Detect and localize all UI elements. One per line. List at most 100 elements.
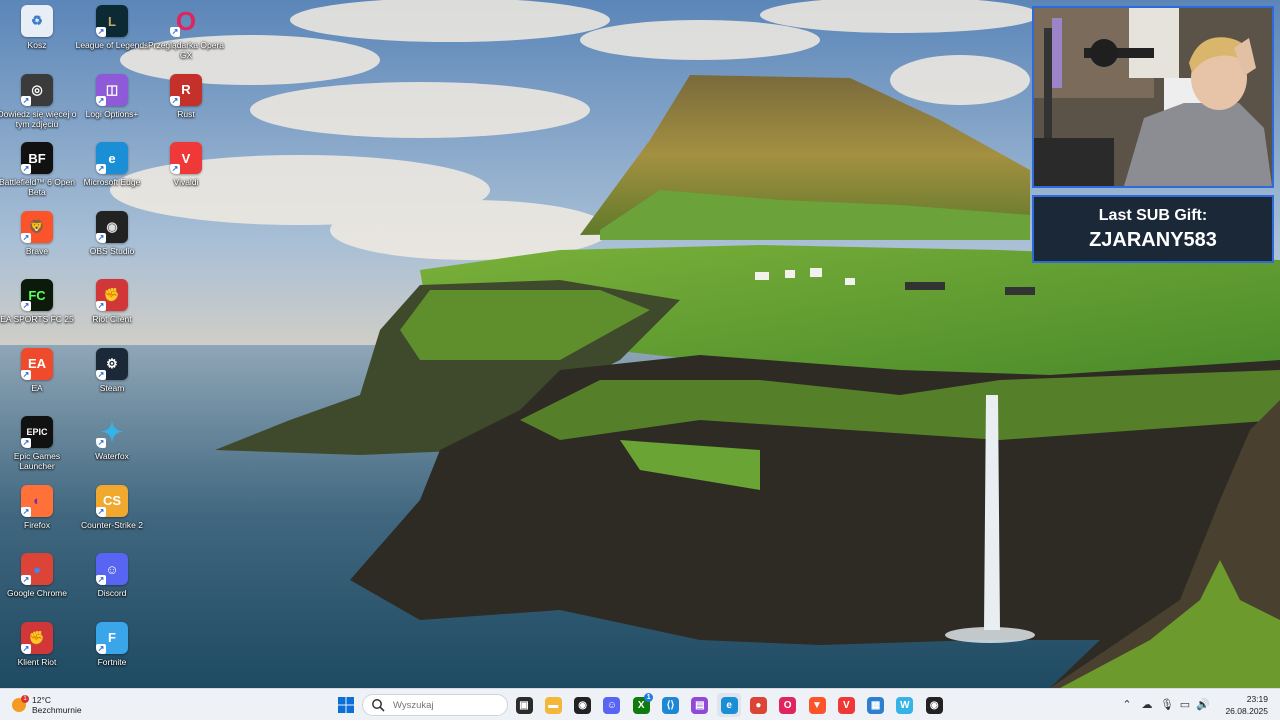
desktop-icon-label: Dowiedz się więcej o tym zdjęciu [0,108,77,129]
steam-icon: ⚙ ↗ [96,347,128,380]
weather-temperature: 12°C [32,695,51,705]
microphone-icon[interactable]: 🎙 [1160,698,1174,712]
desktop-icon-label: Brave [25,245,49,256]
sun-icon: 1 [12,695,29,712]
desktop-icon-obs[interactable]: ◉ ↗ OBS Studio [75,210,149,277]
desktop-icon-label: Przeglądarka Opera GX [147,40,225,60]
desktop-icon-edge[interactable]: e ↗ Microsoft Edge [75,142,149,208]
purple-app-icon: ▤ [691,696,709,714]
volume-icon[interactable]: 🔊 [1196,698,1210,712]
obs-record-button[interactable]: ◉ [922,693,946,717]
clock-date: 26.08.2025 [1225,706,1268,716]
desktop-icon-label: Battlefield™ 6 Open Beta [0,177,76,197]
desktop-icon-opera[interactable]: O ↗ Przeglądarka Opera GX [147,5,225,71]
desktop-icon-fc25[interactable]: FC ↗ EA SPORTS FC 25 [0,279,74,345]
desktop-icon-league[interactable]: L ↗ League of Legends [75,5,149,71]
webcam-overlay [1032,6,1274,188]
chrome-button[interactable]: ● [746,693,770,717]
chrome-icon: ● [749,696,767,714]
shortcut-arrow-icon: ↗ [21,575,31,585]
waterfox-icon: ✦ ↗ [96,416,123,448]
desktop-icon-firefox[interactable]: ◐ ↗ Firefox [0,484,74,551]
rust-icon: R ↗ [170,73,202,106]
desktop-icon-logi[interactable]: ◫ ↗ Logi Options+ [75,73,149,140]
cloud-icon[interactable]: ☁ [1140,698,1154,712]
desktop-icon-label: Discord [97,588,127,598]
desktop-icon-rust[interactable]: R ↗ Rust [149,73,223,140]
brave-icon: ▼ [808,696,826,714]
desktop-icon-cs2[interactable]: CS ↗ Counter-Strike 2 [75,484,149,551]
search-icon [372,699,385,712]
desktop-icon-label: Vivaldi [173,177,199,187]
shortcut-arrow-icon: ↗ [21,643,31,654]
desktop-icon-klientriot[interactable]: ✊ ↗ Klient Riot [0,621,74,688]
desktop-icon-dowiedz[interactable]: ◎ ↗ Dowiedz się więcej o tym zdjęciu [0,73,77,140]
desktop-icon-label: Riot Client [92,314,132,324]
desktop-icon-label: Rust [177,108,195,119]
desktop-icon-epic[interactable]: EPIC ↗ Epic Games Launcher [0,416,74,482]
brave-button[interactable]: ▼ [805,693,829,717]
shortcut-arrow-icon: ↗ [96,643,106,654]
discord-button[interactable]: ☺ [600,693,624,717]
start-button[interactable] [334,693,358,717]
desktop-icon-vivaldi[interactable]: V ↗ Vivaldi [149,142,223,208]
photos-button[interactable]: ▦ [864,693,888,717]
sub-gift-username: ZJARANY583 [1089,228,1217,251]
vivaldi-icon: V [837,696,855,714]
opera-gx-icon: O [779,696,797,714]
weather-widget[interactable]: 1 12°C Bezchmurnie [12,692,82,718]
edge-icon: e [720,696,738,714]
desktop-icon-label: Kosz [27,40,47,50]
vscode-button[interactable]: ⟨⟩ [659,693,683,717]
network-icon[interactable]: ▭ [1178,698,1192,712]
windows-logo-icon [338,697,354,713]
xbox-button[interactable]: X1 [629,693,654,717]
shortcut-arrow-icon: ↗ [96,164,106,174]
shortcut-arrow-icon: ↗ [170,27,180,37]
desktop-icon-label: OBS Studio [89,245,135,256]
desktop-icon-battlefield[interactable]: BF ↗ Battlefield™ 6 Open Beta [0,142,76,208]
search-input[interactable] [391,698,505,712]
counter-strike-icon: CS ↗ [96,484,128,517]
waterfox-button[interactable]: W [893,693,917,717]
waterfox-icon: W [896,696,914,714]
shortcut-arrow-icon: ↗ [96,301,106,311]
shortcut-arrow-icon: ↗ [96,438,106,448]
desktop-icon-label: Epic Games Launcher [13,451,61,471]
edge-icon: e ↗ [96,142,128,174]
vivaldi-button[interactable]: V [834,693,858,717]
desktop-icon-brave[interactable]: 🦁 ↗ Brave [0,210,74,277]
shortcut-arrow-icon: ↗ [21,438,31,448]
desktop-icon-ea[interactable]: EA ↗ EA [0,347,74,414]
desktop-icon-label: EA [31,382,43,393]
desktop-icon-label: Google Chrome [6,588,67,598]
desktop-icon-riotclient[interactable]: ✊ ↗ Riot Client [75,279,149,345]
desktop-icon-discord[interactable]: ☺ ↗ Discord [75,553,149,619]
desktop-icon-kosz[interactable]: ♻ Kosz [0,5,74,71]
shortcut-arrow-icon: ↗ [170,164,180,174]
task-view-button[interactable]: ▣ [512,693,536,717]
edge-button[interactable]: e [717,693,742,717]
desktop-icon-steam[interactable]: ⚙ ↗ Steam [75,347,149,414]
ea-fc25-icon: FC ↗ [21,279,53,311]
taskbar-search[interactable] [362,694,508,716]
opera-button[interactable]: O [776,693,800,717]
shortcut-arrow-icon: ↗ [96,232,106,243]
desktop-icon-chrome[interactable]: ● ↗ Google Chrome [0,553,74,619]
recycle-bin-icon: ♻ [21,5,53,37]
clock[interactable]: 23:19 26.08.2025 [1225,693,1268,717]
discord-icon: ☺ [603,696,621,714]
last-sub-gift-panel: Last SUB Gift: ZJARANY583 [1032,195,1274,263]
desktop-icon-label: Microsoft Edge [83,177,141,187]
app-purple-button[interactable]: ▤ [688,693,712,717]
shortcut-arrow-icon: ↗ [170,95,180,106]
clock-time: 23:19 [1246,694,1268,704]
obs-button[interactable]: ◉ [571,693,595,717]
desktop-icon-label: Counter-Strike 2 [81,519,143,530]
chevron-up-icon[interactable]: ⌃ [1120,698,1134,712]
file-explorer-button[interactable]: ▬ [541,693,565,717]
vscode-icon: ⟨⟩ [662,696,679,714]
shortcut-arrow-icon: ↗ [96,95,106,106]
desktop-icon-waterfox[interactable]: ✦ ↗ Waterfox [75,416,149,482]
desktop-icon-fortnite[interactable]: F ↗ Fortnite [75,621,149,688]
